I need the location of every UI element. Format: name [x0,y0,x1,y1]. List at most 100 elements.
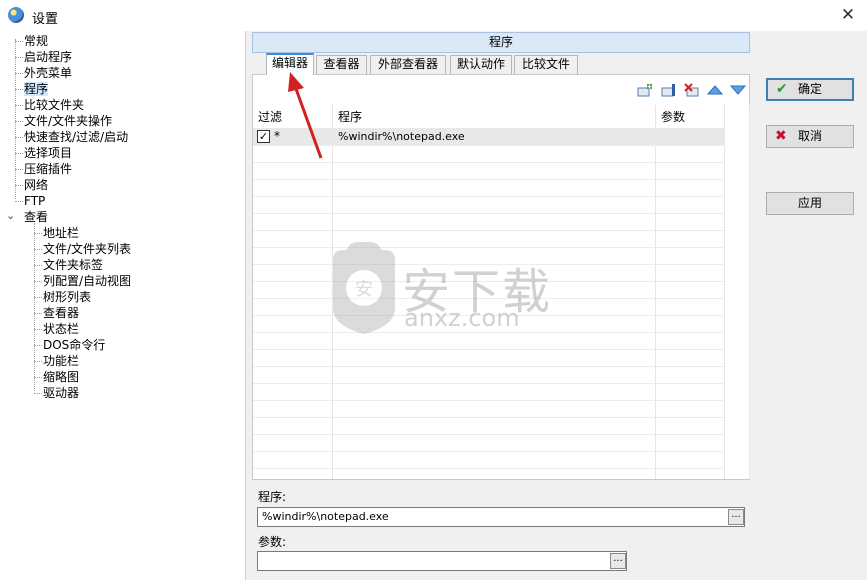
chevron-down-icon[interactable]: ⌄ [6,209,15,222]
tree-item[interactable]: 缩略图 [43,369,79,385]
watermark-subtext: anxz.com [404,304,520,332]
tree-connector [34,265,42,266]
column-header-program[interactable]: 程序 [338,107,362,127]
tree-connector [34,281,42,282]
tree-item[interactable]: 压缩插件 [24,161,72,177]
tree-item-label: 文件/文件夹列表 [43,242,132,256]
grid-divider [749,105,750,479]
column-header-params[interactable]: 参数 [661,107,685,127]
grid-row-line [253,196,725,197]
window-title: 设置 [32,12,59,27]
tree-item-label: 常规 [24,34,49,48]
tree-item[interactable]: 树形列表 [43,289,91,305]
move-down-icon[interactable] [730,83,746,97]
tree-connector [15,105,23,106]
tree-item[interactable]: 驱动器 [43,385,79,401]
tree-item-label: DOS命令行 [43,338,106,352]
tree-item-label: 文件夹标签 [43,258,104,272]
tree-item[interactable]: 查看器 [43,305,79,321]
cancel-button[interactable]: ✖ 取消 [766,125,854,148]
tree-item-label: 外壳菜单 [24,66,73,80]
tree-item[interactable]: 文件/文件夹操作 [24,113,112,129]
grid-row-line [253,230,725,231]
app-icon [8,7,24,23]
grid-row-line [253,434,725,435]
tree-item-label: 功能栏 [43,354,80,368]
program-input[interactable]: %windir%\notepad.exe [257,507,745,527]
tree-item-label: 网络 [24,178,49,192]
grid-row-line [253,468,725,469]
tab-external-viewer[interactable]: 外部查看器 [370,55,446,74]
apply-button[interactable]: 应用 [766,192,854,215]
tree-item[interactable]: 比较文件夹 [24,97,84,113]
program-label: 程序: [258,490,287,504]
svg-text:安: 安 [355,279,373,300]
tree-connector [15,57,23,58]
tree-item[interactable]: 状态栏 [43,321,79,337]
move-up-icon[interactable] [707,83,723,97]
tree-connector [34,313,42,314]
tree-item-label: 树形列表 [43,290,92,304]
tree-item[interactable]: 程序 [24,81,49,97]
params-input[interactable] [257,551,627,571]
grid-row-line [253,417,725,418]
browse-program-button[interactable]: ... [728,509,744,525]
tree-item[interactable]: 列配置/自动视图 [43,273,131,289]
tree-connector [15,185,23,186]
tree-connector [15,121,23,122]
tree-item-label: 比较文件夹 [24,98,85,112]
tree-connector [34,297,42,298]
annotation-arrow-icon [288,72,323,159]
tree-connector [15,41,23,42]
tree-item[interactable]: 地址栏 [43,225,79,241]
tree-connector [15,73,23,74]
tree-item-label: 查看器 [43,306,80,320]
tab-default-action[interactable]: 默认动作 [450,55,512,74]
tree-item-label: FTP [24,194,46,208]
add-icon[interactable] [637,83,653,97]
grid-row-line [253,349,725,350]
tree-item-label: 状态栏 [43,322,80,336]
ok-button[interactable]: ✔ 确定 [766,78,854,101]
browse-params-button[interactable]: ... [610,553,626,569]
tree-item[interactable]: 选择项目 [24,145,72,161]
grid-row-line [253,400,725,401]
tree-item-label: 缩略图 [43,370,80,384]
tree-item[interactable]: 网络 [24,177,48,193]
tree-connector [34,361,42,362]
delete-icon[interactable] [684,83,700,97]
tree-item[interactable]: 文件/文件夹列表 [43,241,131,257]
tree-item[interactable]: 快速查找/过滤/启动 [24,129,128,145]
tree-item-label: 查看 [24,210,49,224]
grid-row-line [253,213,725,214]
tree-item[interactable]: 外壳菜单 [24,65,72,81]
tree-item[interactable]: DOS命令行 [43,337,105,353]
tree-connector [34,377,42,378]
tree-item-label: 压缩插件 [24,162,73,176]
panel-header: 程序 [252,32,750,53]
tree-item[interactable]: 文件夹标签 [43,257,103,273]
tree-connector [15,169,23,170]
tree-connector [34,329,42,330]
edit-icon[interactable] [661,83,677,97]
tree-connector [34,233,42,234]
tree-item[interactable]: 常规 [24,33,48,49]
close-button[interactable]: ✕ [829,0,867,31]
column-header-filter[interactable]: 过滤 [258,107,282,127]
tree-item[interactable]: 查看 [24,209,48,225]
check-icon: ✔ [776,81,788,97]
row-program: %windir%\notepad.exe [338,130,465,143]
tree-connector [34,345,42,346]
tree-item-label: 文件/文件夹操作 [24,114,113,128]
grid-row-line [253,179,725,180]
tree-connector [34,249,42,250]
tree-item[interactable]: 启动程序 [24,49,72,65]
title-bar: 设置 ✕ [0,0,867,31]
tab-compare-files[interactable]: 比较文件 [514,55,578,74]
grid-row-line [253,383,725,384]
tree-item[interactable]: FTP [24,193,45,209]
tree-connector [15,89,23,90]
tree-item[interactable]: 功能栏 [43,353,79,369]
row-enabled-checkbox[interactable]: ✓ [257,130,270,143]
ok-label: 确定 [797,82,822,96]
